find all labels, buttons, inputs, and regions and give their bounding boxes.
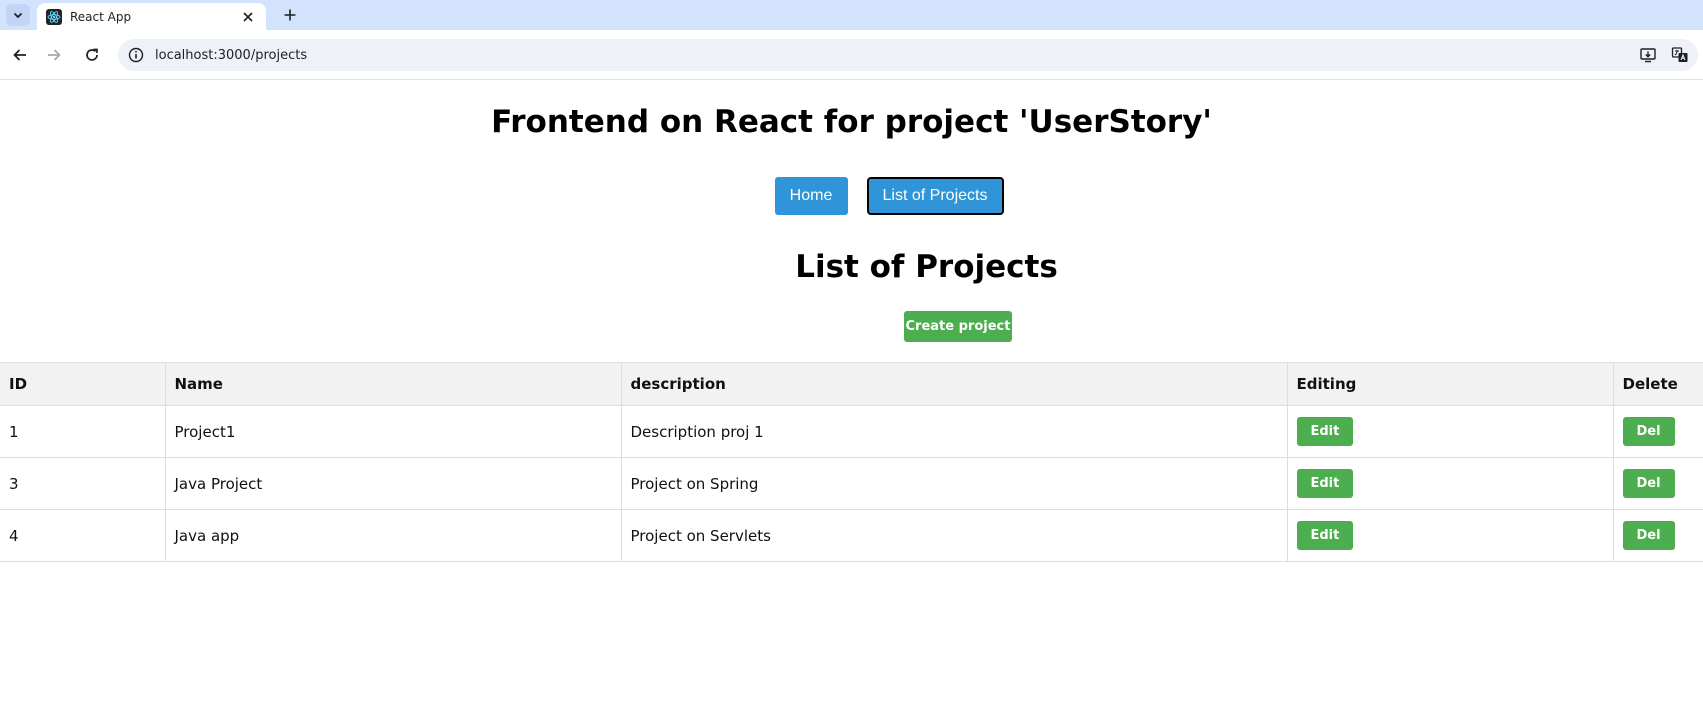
column-header-id: ID (0, 362, 166, 406)
cell-description: Description proj 1 (620, 405, 1288, 458)
back-button[interactable] (8, 43, 32, 67)
translate-icon[interactable] (1670, 45, 1690, 65)
section-title: List of Projects (795, 249, 1058, 285)
cell-id: 3 (0, 457, 166, 510)
browser-toolbar: localhost:3000/projects (0, 30, 1703, 80)
tab-title: React App (70, 9, 132, 24)
react-icon (46, 8, 62, 25)
address-bar[interactable]: localhost:3000/projects (118, 39, 1698, 71)
cell-id: 4 (0, 509, 166, 562)
delete-button[interactable]: Del (1622, 469, 1675, 498)
tab-search-button[interactable] (6, 4, 30, 26)
arrow-left-icon (13, 49, 26, 61)
column-header-editing: Editing (1286, 362, 1614, 406)
table-header-row: ID Name description Editing Delete (0, 362, 1703, 406)
forward-button[interactable] (42, 43, 66, 67)
chevron-down-icon (13, 12, 23, 19)
cell-delete: Del (1612, 457, 1703, 510)
cell-description: Project on Servlets (620, 509, 1288, 562)
cell-id: 1 (0, 405, 166, 458)
reload-button[interactable] (80, 43, 104, 67)
cell-description: Project on Spring (620, 457, 1288, 510)
cell-editing: Edit (1286, 405, 1614, 458)
nav-home-link[interactable]: Home (774, 177, 848, 215)
tab-close-button[interactable] (238, 7, 258, 27)
column-header-description: description (620, 362, 1288, 406)
nav-projects-link[interactable]: List of Projects (866, 177, 1004, 215)
table-row: 4 Java app Project on Servlets Edit Del (0, 509, 1703, 562)
install-app-icon[interactable] (1638, 45, 1658, 65)
plus-icon (284, 9, 296, 21)
column-header-name: Name (164, 362, 622, 406)
delete-button[interactable]: Del (1622, 521, 1675, 550)
close-icon (243, 11, 253, 22)
cell-name: Java Project (164, 457, 622, 510)
page-content: Frontend on React for project 'UserStory… (0, 80, 1703, 705)
new-tab-button[interactable] (279, 4, 301, 26)
table-row: 1 Project1 Description proj 1 Edit Del (0, 405, 1703, 458)
create-project-button[interactable]: Create project (904, 311, 1012, 342)
cell-editing: Edit (1286, 457, 1614, 510)
reload-icon (86, 48, 98, 61)
app-title: Frontend on React for project 'UserStory… (491, 104, 1212, 140)
projects-table: ID Name description Editing Delete 1 Pro… (0, 362, 1703, 562)
arrow-right-icon (48, 49, 61, 61)
delete-button[interactable]: Del (1622, 417, 1675, 446)
table-row: 3 Java Project Project on Spring Edit De… (0, 457, 1703, 510)
browser-tabstrip: React App (0, 0, 1703, 30)
column-header-delete: Delete (1612, 362, 1703, 406)
edit-button[interactable]: Edit (1296, 469, 1354, 498)
edit-button[interactable]: Edit (1296, 521, 1354, 550)
cell-name: Project1 (164, 405, 622, 458)
url-text: localhost:3000/projects (155, 47, 308, 63)
edit-button[interactable]: Edit (1296, 417, 1354, 446)
main-nav: Home List of Projects (0, 177, 1703, 215)
cell-name: Java app (164, 509, 622, 562)
create-project-wrapper: Create project (904, 311, 1012, 342)
cell-editing: Edit (1286, 509, 1614, 562)
cell-delete: Del (1612, 509, 1703, 562)
site-info-icon[interactable] (128, 47, 144, 63)
browser-tab[interactable]: React App (37, 3, 266, 30)
cell-delete: Del (1612, 405, 1703, 458)
